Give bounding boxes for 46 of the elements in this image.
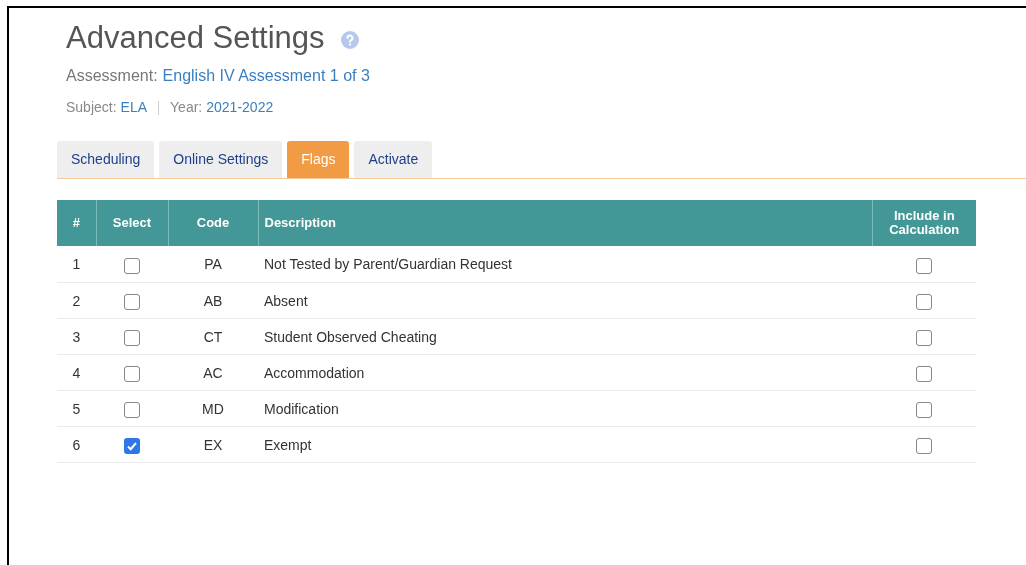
table-cell: AB <box>203 292 223 309</box>
year-link[interactable]: 2021-2022 <box>206 97 274 118</box>
tab[interactable]: Scheduling <box>57 141 155 178</box>
table-cell: 1 <box>72 256 81 272</box>
table-cell: 5 <box>72 400 81 417</box>
table-cell: CT <box>203 328 223 345</box>
checkbox[interactable] <box>916 330 932 347</box>
tab[interactable]: Activate <box>354 141 433 178</box>
tab[interactable]: Online Settings <box>159 141 283 178</box>
checkbox[interactable] <box>124 366 140 383</box>
subject-link[interactable]: ELA <box>120 97 148 118</box>
assessment-link[interactable]: English IV Assessment 1 of 3 <box>162 64 370 88</box>
checkbox[interactable] <box>916 402 932 419</box>
table-cell: PA <box>204 256 222 272</box>
table-cell: 4 <box>72 364 81 381</box>
table-cell: 6 <box>72 436 81 453</box>
table-cell: Modification <box>264 400 339 417</box>
table-cell: MD <box>202 400 224 417</box>
table-cell: Not Tested by Parent/Guardian Request <box>264 256 512 272</box>
assessment-label: Assessment: <box>66 66 158 86</box>
table-cell: AC <box>203 364 223 381</box>
page-title: Advanced Settings <box>66 19 325 57</box>
checkbox[interactable] <box>916 294 932 311</box>
column-header: Select <box>96 200 168 246</box>
table-cell: EX <box>203 436 223 453</box>
year-label: Year: <box>170 98 203 117</box>
tab[interactable]: Flags <box>287 141 350 178</box>
column-header: Include in Calculation <box>872 200 976 246</box>
checkbox[interactable] <box>916 438 932 455</box>
column-header: Description <box>258 200 872 246</box>
checkbox[interactable] <box>124 258 140 275</box>
checkbox[interactable] <box>124 294 140 311</box>
table-cell: Absent <box>264 292 308 309</box>
table-cell: 3 <box>72 328 81 345</box>
table-cell: Accommodation <box>264 364 365 381</box>
table-cell: Exempt <box>264 436 312 453</box>
checkbox[interactable] <box>124 438 140 455</box>
column-header: # <box>57 200 96 246</box>
checkbox[interactable] <box>916 366 932 383</box>
table-cell: Student Observed Cheating <box>264 328 437 345</box>
checkbox[interactable] <box>124 330 140 347</box>
column-header: Code <box>168 200 258 246</box>
checkbox[interactable] <box>916 258 932 275</box>
subject-label: Subject: <box>66 98 117 117</box>
checkbox[interactable] <box>124 402 140 419</box>
table-cell: 2 <box>72 292 81 309</box>
